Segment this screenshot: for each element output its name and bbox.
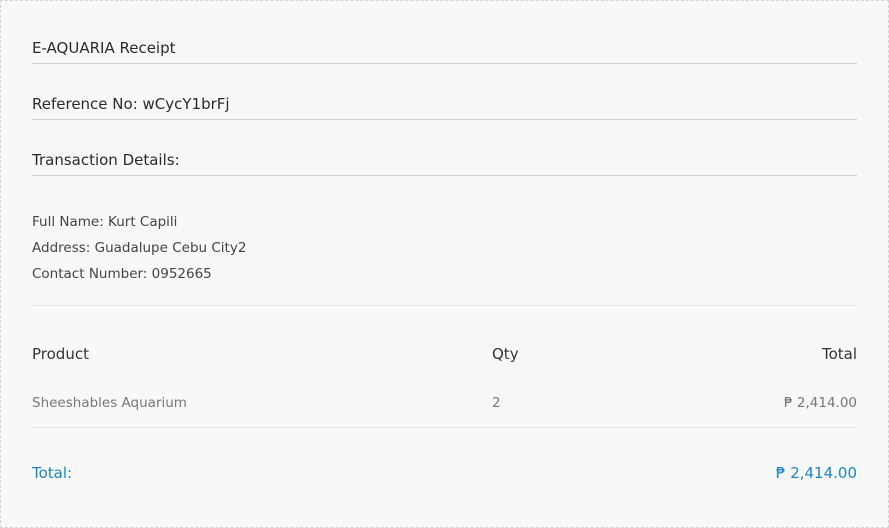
- column-header-qty: Qty: [492, 345, 519, 363]
- receipt-card: E-AQUARIA Receipt Reference No: wCycY1br…: [0, 0, 889, 528]
- grand-total-amount: ₱ 2,414.00: [775, 464, 857, 482]
- transaction-details-row: Transaction Details:: [32, 151, 857, 176]
- customer-address: Address: Guadalupe Cebu City2: [32, 240, 247, 256]
- reference-number: Reference No: wCycY1brFj: [32, 95, 230, 113]
- grand-total-label: Total:: [32, 464, 73, 482]
- receipt-title-row: E-AQUARIA Receipt: [32, 39, 857, 64]
- column-header-product: Product: [32, 345, 89, 363]
- row-total: ₱ 2,414.00: [784, 395, 857, 411]
- row-qty: 2: [492, 395, 501, 411]
- row-product: Sheeshables Aquarium: [32, 395, 187, 411]
- customer-contact: Contact Number: 0952665: [32, 266, 212, 282]
- reference-row: Reference No: wCycY1brFj: [32, 95, 857, 120]
- divider: [32, 427, 857, 428]
- customer-info: Full Name: Kurt Capili Address: Guadalup…: [32, 209, 857, 287]
- customer-full-name: Full Name: Kurt Capili: [32, 214, 178, 230]
- column-header-total: Total: [821, 345, 857, 363]
- receipt-title: E-AQUARIA Receipt: [32, 39, 176, 57]
- transaction-details-heading: Transaction Details:: [32, 151, 180, 169]
- divider: [32, 305, 857, 306]
